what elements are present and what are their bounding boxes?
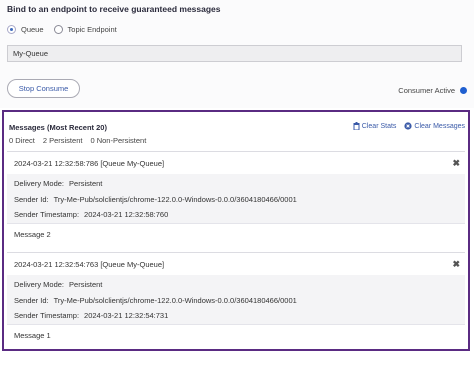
message-header: 2024-03-21 12:32:58:786 [Queue My-Queue]… xyxy=(7,152,465,174)
clear-stats-label[interactable]: Clear Stats xyxy=(362,123,397,130)
sender-timestamp-value: 2024-03-21 12:32:58:760 xyxy=(84,210,169,220)
bind-title: Bind to an endpoint to receive guarantee… xyxy=(7,4,221,14)
direct-count: 0 Direct xyxy=(9,136,35,145)
consumer-active-indicator-icon xyxy=(460,87,467,94)
message-actions: Clear Stats Clear Messages xyxy=(353,122,465,130)
queue-radio-label[interactable]: Queue xyxy=(21,25,44,34)
message-properties: Delivery Mode: Persistent Sender Id: Try… xyxy=(7,174,465,223)
sender-id-row: Sender Id: Try-Me-Pub/solclientjs/chrome… xyxy=(14,293,465,309)
close-circle-icon xyxy=(404,122,413,130)
stop-consume-button[interactable]: Stop Consume xyxy=(7,79,80,98)
sender-timestamp-row: Sender Timestamp: 2024-03-21 12:32:58:76… xyxy=(14,207,465,223)
delivery-mode-key: Delivery Mode: xyxy=(14,179,65,189)
messages-title: Messages (Most Recent 20) xyxy=(9,123,107,132)
messages-panel: Messages (Most Recent 20) 0 Direct 2 Per… xyxy=(2,110,470,351)
sender-timestamp-key: Sender Timestamp: xyxy=(14,311,80,321)
clear-messages-label[interactable]: Clear Messages xyxy=(414,123,465,130)
queue-radio[interactable] xyxy=(7,25,16,34)
trash-icon xyxy=(353,122,360,130)
delivery-mode-value: Persistent xyxy=(69,280,103,290)
consumer-status-label: Consumer Active xyxy=(398,86,455,95)
message-header-text: 2024-03-21 12:32:54:763 [Queue My-Queue] xyxy=(14,259,165,269)
sender-timestamp-row: Sender Timestamp: 2024-03-21 12:32:54:73… xyxy=(14,308,465,324)
close-icon[interactable]: ✖ xyxy=(452,259,460,270)
message-text: Message 2 xyxy=(7,222,465,245)
clear-stats-button[interactable]: Clear Stats xyxy=(353,122,397,130)
sender-id-value: Try-Me-Pub/solclientjs/chrome-122.0.0-Wi… xyxy=(53,194,297,204)
delivery-mode-row: Delivery Mode: Persistent xyxy=(14,277,465,293)
message-header-text: 2024-03-21 12:32:58:786 [Queue My-Queue] xyxy=(14,158,165,168)
clear-messages-button[interactable]: Clear Messages xyxy=(404,122,465,130)
messages-title-text: Messages xyxy=(9,123,45,132)
persistent-count: 2 Persistent xyxy=(42,136,83,145)
messages-title-subtitle: (Most Recent 20) xyxy=(46,123,107,132)
sender-id-key: Sender Id: xyxy=(14,194,49,204)
topic-endpoint-radio-label[interactable]: Topic Endpoint xyxy=(68,25,117,34)
delivery-mode-value: Persistent xyxy=(69,179,103,189)
bind-section: Bind to an endpoint to receive guarantee… xyxy=(0,0,474,108)
endpoint-type-radio-group: Queue Topic Endpoint xyxy=(7,25,117,34)
delivery-mode-row: Delivery Mode: Persistent xyxy=(14,176,465,192)
sender-timestamp-key: Sender Timestamp: xyxy=(14,210,80,220)
sender-id-row: Sender Id: Try-Me-Pub/solclientjs/chrome… xyxy=(14,192,465,208)
non-persistent-count: 0 Non-Persistent xyxy=(90,136,147,145)
delivery-mode-key: Delivery Mode: xyxy=(14,280,65,290)
sender-timestamp-value: 2024-03-21 12:32:54:731 xyxy=(84,311,169,321)
message-stats: 0 Direct 2 Persistent 0 Non-Persistent xyxy=(9,136,146,145)
consumer-status: Consumer Active xyxy=(398,86,467,95)
queue-name-input[interactable] xyxy=(7,45,462,62)
message-card: 2024-03-21 12:32:58:786 [Queue My-Queue]… xyxy=(7,151,465,245)
message-header: 2024-03-21 12:32:54:763 [Queue My-Queue]… xyxy=(7,253,465,275)
sender-id-key: Sender Id: xyxy=(14,295,49,305)
message-properties: Delivery Mode: Persistent Sender Id: Try… xyxy=(7,275,465,324)
message-text: Message 1 xyxy=(7,323,465,346)
topic-endpoint-radio[interactable] xyxy=(53,25,63,34)
sender-id-value: Try-Me-Pub/solclientjs/chrome-122.0.0-Wi… xyxy=(53,295,297,305)
close-icon[interactable]: ✖ xyxy=(452,158,460,169)
message-card: 2024-03-21 12:32:54:763 [Queue My-Queue]… xyxy=(7,252,465,346)
